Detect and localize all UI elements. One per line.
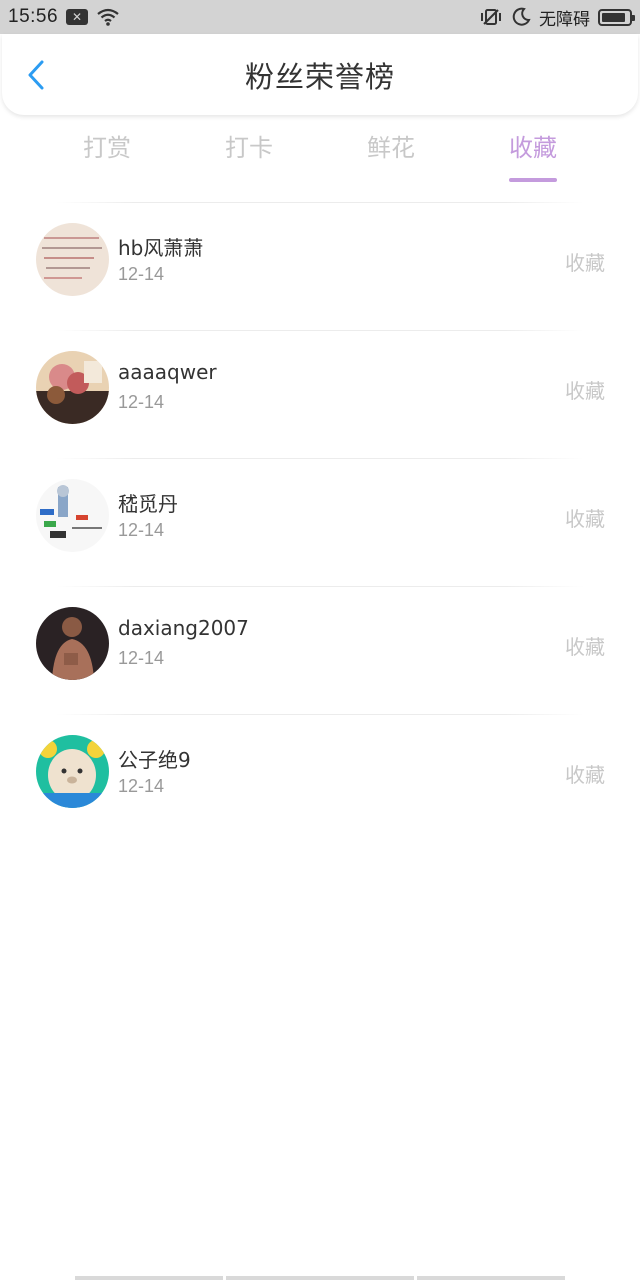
list-item[interactable]: 公子绝9 12-14 收藏 xyxy=(0,714,640,842)
wifi-icon xyxy=(97,8,119,26)
divider xyxy=(56,202,584,203)
divider xyxy=(56,586,584,587)
avatar xyxy=(36,735,109,808)
favorite-label: 收藏 xyxy=(565,379,605,403)
page-title: 粉丝荣誉榜 xyxy=(244,59,395,94)
favorite-label: 收藏 xyxy=(565,763,605,787)
list-item[interactable]: aaaaqwer 12-14 收藏 xyxy=(0,330,640,458)
status-bar: 15:56 ✕ 无障碍 xyxy=(0,0,640,34)
header: 粉丝荣誉榜 xyxy=(2,34,638,115)
battery-icon xyxy=(598,8,635,26)
chevron-left-icon xyxy=(28,60,44,90)
favorite-label: 收藏 xyxy=(565,507,605,531)
flowers-avatar xyxy=(36,351,109,424)
user-name: 嵇觅丹 xyxy=(118,492,178,516)
avatar xyxy=(36,223,109,296)
tab-active-indicator xyxy=(509,178,557,182)
nav-hint-left xyxy=(75,1276,223,1280)
user-date: 12-14 xyxy=(118,392,165,412)
user-name: hb风萧萧 xyxy=(118,236,204,260)
list-item[interactable]: daxiang2007 12-14 收藏 xyxy=(0,586,640,714)
accessibility-label: 无障碍 xyxy=(539,9,590,30)
back-button[interactable] xyxy=(20,58,54,92)
vibrate-icon xyxy=(481,9,501,25)
tab-label: 收藏 xyxy=(509,134,557,162)
status-left: 15:56 ✕ xyxy=(8,6,120,28)
divider xyxy=(56,714,584,715)
nav-hint-center xyxy=(226,1276,414,1280)
tab-checkin[interactable]: 打卡 xyxy=(189,128,309,184)
list-item[interactable]: 嵇觅丹 12-14 收藏 xyxy=(0,458,640,586)
favorite-label: 收藏 xyxy=(565,635,605,659)
handwritten-note-avatar xyxy=(36,223,109,296)
nav-hint-right xyxy=(417,1276,565,1280)
avatar xyxy=(36,607,109,680)
notification-icon: ✕ xyxy=(66,9,89,25)
tab-favorites[interactable]: 收藏 xyxy=(473,128,593,184)
user-name: daxiang2007 xyxy=(118,616,249,640)
drawing-avatar xyxy=(36,479,109,552)
user-date: 12-14 xyxy=(118,520,165,540)
user-name: aaaaqwer xyxy=(118,360,217,384)
tab-label: 打卡 xyxy=(225,134,273,162)
fan-list: hb风萧萧 12-14 收藏 aaaaqwer 12-14 收藏 嵇觅丹 12-… xyxy=(0,202,640,842)
status-time: 15:56 xyxy=(8,6,59,27)
avatar xyxy=(36,351,109,424)
user-name: 公子绝9 xyxy=(118,748,191,772)
user-date: 12-14 xyxy=(118,776,165,796)
cartoon-bear-avatar xyxy=(36,735,109,808)
user-date: 12-14 xyxy=(118,648,165,668)
favorite-label: 收藏 xyxy=(565,251,605,275)
person-avatar xyxy=(36,607,109,680)
tab-label: 打赏 xyxy=(83,134,131,162)
tab-reward[interactable]: 打赏 xyxy=(47,128,167,184)
list-item[interactable]: hb风萧萧 12-14 收藏 xyxy=(0,202,640,330)
avatar xyxy=(36,479,109,552)
user-date: 12-14 xyxy=(118,264,165,284)
moon-icon xyxy=(512,7,531,26)
divider xyxy=(56,458,584,459)
status-right: 无障碍 xyxy=(479,5,635,30)
battery-fill xyxy=(602,12,626,22)
tab-bar: 打赏 打卡 鲜花 收藏 xyxy=(0,128,640,184)
tab-flowers[interactable]: 鲜花 xyxy=(331,128,451,184)
divider xyxy=(56,330,584,331)
tab-label: 鲜花 xyxy=(367,134,415,162)
